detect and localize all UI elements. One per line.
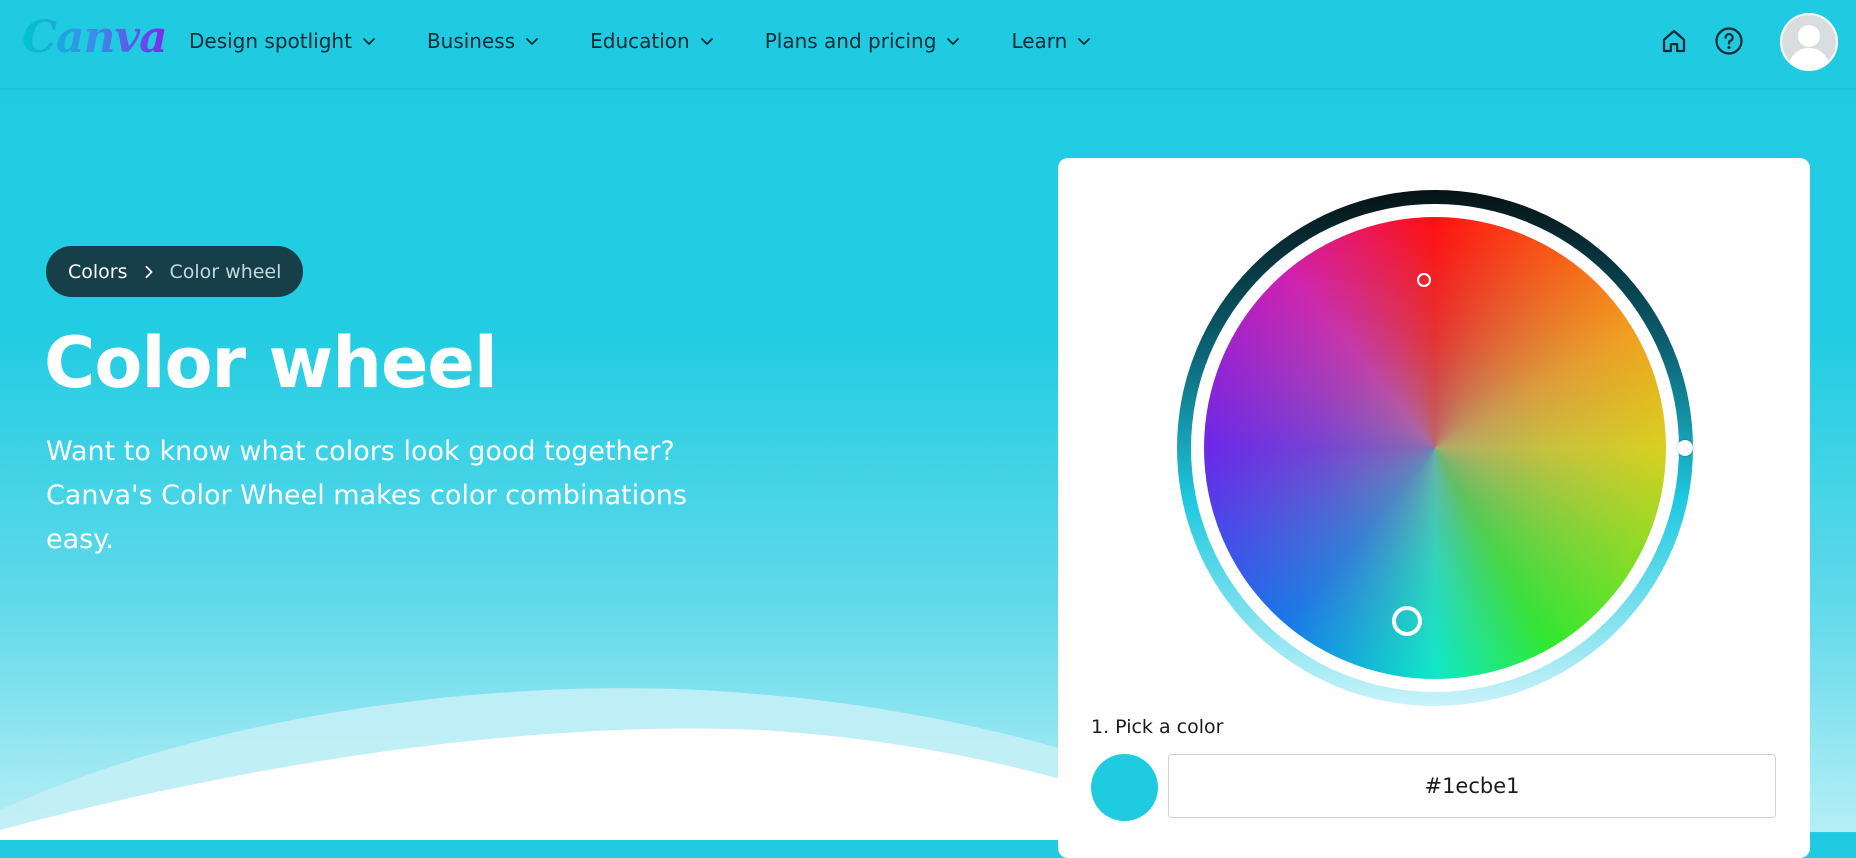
nav-item-plans-and-pricing[interactable]: Plans and pricing	[765, 29, 962, 53]
page-description: Want to know what colors look good toget…	[46, 436, 687, 555]
canva-logo[interactable]: Canva	[22, 12, 168, 63]
color-wheel[interactable]	[1204, 217, 1666, 679]
secondary-color-handle[interactable]	[1417, 273, 1431, 287]
brightness-slider-handle[interactable]	[1677, 440, 1693, 456]
chevron-down-icon	[363, 38, 375, 45]
decorative-wave	[0, 688, 1100, 840]
pick-color-label: 1. Pick a color	[1091, 716, 1224, 738]
main-nav: Design spotlight Business Education Plan…	[189, 0, 1142, 82]
color-wheel-card: 1. Pick a color	[1058, 158, 1810, 858]
help-button[interactable]	[1711, 23, 1747, 59]
chevron-down-icon	[947, 38, 960, 45]
chevron-down-icon	[700, 38, 713, 45]
nav-item-business[interactable]: Business	[427, 29, 540, 53]
breadcrumb-current: Color wheel	[169, 260, 282, 283]
help-icon	[1715, 27, 1743, 55]
chevron-down-icon	[526, 38, 539, 45]
nav-item-label: Design spotlight	[189, 29, 352, 53]
chevron-right-icon	[145, 265, 153, 278]
selected-color-swatch	[1091, 754, 1158, 821]
avatar[interactable]	[1780, 13, 1838, 71]
chevron-down-icon	[1078, 38, 1091, 45]
breadcrumb-link-colors[interactable]: Colors	[68, 261, 128, 283]
nav-item-label: Plans and pricing	[764, 29, 937, 53]
user-silhouette-icon	[1788, 25, 1830, 69]
nav-item-learn[interactable]: Learn	[1011, 29, 1092, 53]
page-title: Color wheel	[44, 322, 498, 404]
color-wheel-widget	[1177, 190, 1693, 706]
home-icon	[1662, 29, 1686, 53]
breadcrumb: Colors Color wheel	[46, 246, 304, 297]
nav-item-label: Business	[426, 29, 516, 53]
nav-item-label: Education	[590, 29, 690, 53]
hex-color-input[interactable]	[1168, 754, 1776, 818]
nav-item-education[interactable]: Education	[590, 29, 715, 53]
home-button[interactable]	[1656, 23, 1692, 59]
nav-item-design-spotlight[interactable]: Design spotlight	[189, 29, 377, 53]
selected-color-handle[interactable]	[1392, 606, 1422, 636]
nav-item-label: Learn	[1011, 29, 1068, 53]
top-navigation-bar: Canva Design spotlight Business Educatio…	[0, 0, 1856, 88]
